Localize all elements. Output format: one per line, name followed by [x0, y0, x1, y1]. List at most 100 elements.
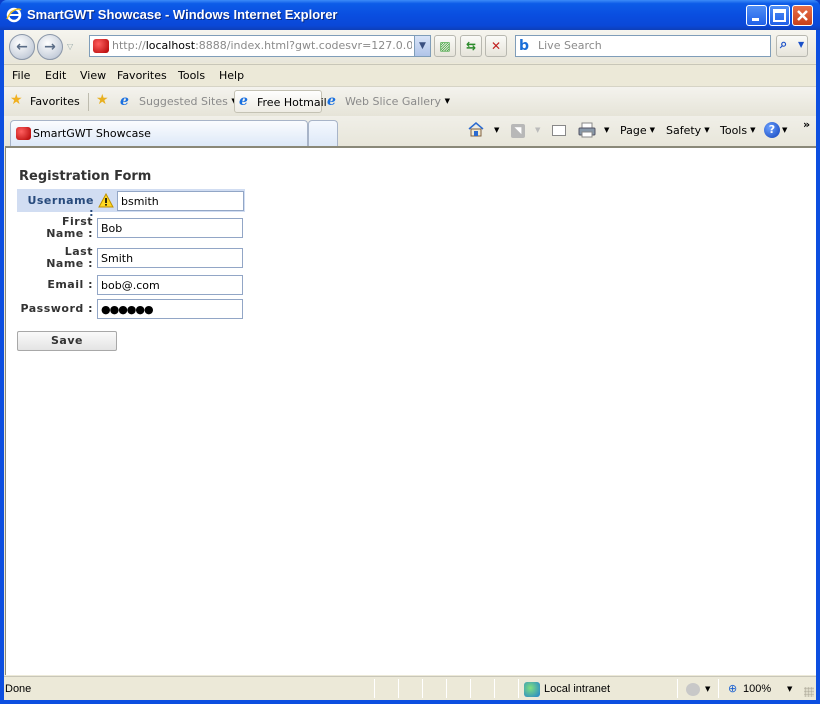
tab-smartgwt-showcase[interactable]: SmartGWT Showcase: [10, 120, 308, 147]
menu-file[interactable]: File: [12, 69, 30, 82]
chevron-down-icon: ▼: [750, 126, 756, 134]
compatibility-view-button[interactable]: ▨: [434, 35, 456, 57]
status-text: Done: [5, 683, 32, 695]
browser-window: SmartGWT Showcase - Windows Internet Exp…: [0, 0, 820, 704]
stop-button[interactable]: ✕: [485, 35, 507, 57]
print-dropdown[interactable]: ▼: [601, 124, 609, 137]
safety-menu[interactable]: Safety ▼: [666, 124, 710, 137]
chevron-down-icon: ▼: [494, 126, 500, 134]
last-name-label: Last Name :: [19, 246, 93, 270]
status-divider: [374, 679, 375, 698]
favorites-bar: ★ Favorites ★ e Suggested Sites ▼ e Free…: [4, 86, 816, 116]
minimize-icon: [752, 18, 759, 21]
username-input[interactable]: [117, 191, 244, 211]
tools-menu[interactable]: Tools ▼: [720, 124, 756, 137]
site-favicon: [93, 39, 109, 53]
email-label: Email :: [47, 278, 93, 291]
zoom-dropdown[interactable]: ▼: [787, 685, 792, 693]
tab-bar: SmartGWT Showcase ▼ ◥ ▼ ▼ Page ▼ Safety ▼ …: [4, 116, 816, 147]
home-icon[interactable]: [468, 121, 484, 137]
tab-label: SmartGWT Showcase: [33, 127, 151, 140]
minimize-button[interactable]: [746, 5, 767, 26]
close-window-button[interactable]: [792, 5, 813, 26]
chevron-down-icon: ▼: [704, 126, 710, 134]
menu-tools[interactable]: Tools: [178, 69, 205, 82]
email-input[interactable]: [97, 275, 243, 295]
ie-logo-icon: [6, 7, 22, 23]
protected-mode-icon[interactable]: [686, 683, 700, 696]
feeds-dropdown[interactable]: ▼: [532, 124, 540, 137]
refresh-icon: ⇆: [465, 39, 477, 53]
toolbar-separator: [88, 93, 89, 111]
ie-page-icon: e: [239, 93, 248, 109]
print-icon[interactable]: [578, 122, 596, 138]
menu-edit[interactable]: Edit: [45, 69, 66, 82]
magnifier-icon: ⌕: [780, 37, 788, 52]
suggested-sites-button[interactable]: Suggested Sites ▼: [139, 95, 237, 108]
favorites-button[interactable]: Favorites: [30, 95, 80, 108]
menu-view[interactable]: View: [80, 69, 106, 82]
network-zone-icon: [524, 682, 540, 697]
address-toolbar: ← → ▽ http://localhost:8888/index.html?g…: [4, 30, 816, 63]
warning-icon[interactable]: [98, 193, 114, 208]
new-tab-button[interactable]: [308, 120, 338, 147]
close-icon: [797, 10, 808, 21]
page-content: Registration Form Username : First Name …: [5, 146, 816, 675]
form-title: Registration Form: [19, 169, 152, 184]
search-input[interactable]: b Live Search: [515, 35, 771, 57]
free-hotmail-button[interactable]: e Free Hotmail: [234, 90, 327, 113]
first-name-label: First Name :: [19, 216, 93, 240]
menu-favorites[interactable]: Favorites: [117, 69, 167, 82]
address-dropdown-button[interactable]: ▼: [414, 36, 430, 56]
title-bar[interactable]: SmartGWT Showcase - Windows Internet Exp…: [0, 0, 820, 30]
status-divider: [446, 679, 447, 698]
compatibility-icon: ▨: [439, 39, 451, 53]
status-divider: [718, 679, 719, 698]
rss-feed-icon[interactable]: ◥: [511, 124, 525, 138]
status-divider: [470, 679, 471, 698]
recent-pages-dropdown[interactable]: ▽: [67, 42, 73, 51]
password-input[interactable]: [97, 299, 243, 319]
zoom-level[interactable]: 100%: [743, 683, 771, 695]
zoom-icon[interactable]: ⊕: [728, 682, 737, 695]
search-placeholder: Live Search: [538, 39, 602, 52]
refresh-button[interactable]: ⇆: [460, 35, 482, 57]
status-divider: [422, 679, 423, 698]
page-menu[interactable]: Page ▼: [620, 124, 655, 137]
chevron-down-icon: ▼: [782, 126, 788, 134]
save-button[interactable]: Save: [17, 331, 117, 351]
menu-help[interactable]: Help: [219, 69, 244, 82]
ie-page-icon: e: [120, 93, 129, 109]
toolbar-overflow-button[interactable]: »: [803, 118, 810, 131]
window-title: SmartGWT Showcase - Windows Internet Exp…: [27, 7, 338, 22]
last-name-input[interactable]: [97, 248, 243, 268]
home-dropdown[interactable]: ▼: [491, 124, 499, 137]
security-zone[interactable]: Local intranet: [544, 683, 610, 695]
maximize-button[interactable]: [769, 5, 790, 26]
search-options-dropdown[interactable]: ▼: [798, 40, 804, 49]
status-divider: [677, 679, 678, 698]
chevron-down-icon: ▼: [649, 126, 656, 134]
first-name-label-line2: Name :: [46, 227, 93, 240]
browser-client: ← → ▽ http://localhost:8888/index.html?g…: [4, 30, 816, 700]
free-hotmail-label: Free Hotmail: [257, 96, 327, 109]
address-input[interactable]: http://localhost:8888/index.html?gwt.cod…: [89, 35, 431, 57]
first-name-input[interactable]: [97, 218, 243, 238]
stop-icon: ✕: [490, 39, 502, 53]
search-button[interactable]: ⌕ ▼: [776, 35, 808, 57]
web-slice-gallery-button[interactable]: Web Slice Gallery ▼: [345, 95, 450, 108]
back-button[interactable]: ←: [9, 34, 35, 60]
chevron-down-icon[interactable]: ▼: [705, 685, 710, 693]
status-divider: [398, 679, 399, 698]
status-divider: [518, 679, 519, 698]
resize-grip[interactable]: [804, 687, 814, 697]
help-icon[interactable]: ?: [764, 122, 780, 138]
read-mail-icon[interactable]: [552, 125, 566, 136]
favorites-star-icon: ★: [10, 92, 23, 108]
add-to-favorites-icon[interactable]: ★: [96, 92, 109, 108]
back-arrow-icon: ←: [16, 39, 28, 55]
forward-button[interactable]: →: [37, 34, 63, 60]
last-name-label-line2: Name :: [46, 257, 93, 270]
help-dropdown[interactable]: ▼: [779, 124, 787, 137]
password-label: Password :: [20, 302, 93, 315]
